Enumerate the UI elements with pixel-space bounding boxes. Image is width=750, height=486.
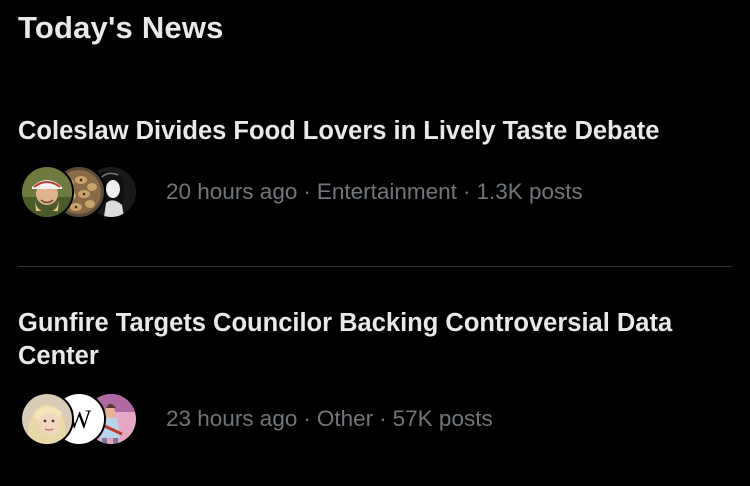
avatar-stack: W (18, 391, 150, 447)
meta-separator: · (379, 406, 387, 431)
story-time: 20 hours ago (166, 179, 298, 204)
story-post-count: 57K posts (392, 406, 493, 431)
meta-separator: · (303, 179, 311, 204)
person-with-cap-avatar-image (22, 167, 72, 217)
story-time: 23 hours ago (166, 406, 298, 431)
section-title: Today's News (18, 10, 224, 45)
story-meta-row: W 23 hours ago · Other · 57K posts (18, 391, 732, 447)
avatar (20, 392, 74, 446)
story-category: Other (316, 406, 374, 431)
story-meta: 23 hours ago · Other · 57K posts (166, 406, 493, 432)
story-meta: 20 hours ago · Entertainment · 1.3K posts (166, 179, 583, 205)
news-story-item[interactable]: Gunfire Targets Councilor Backing Contro… (18, 307, 732, 447)
story-headline: Coleslaw Divides Food Lovers in Lively T… (18, 117, 660, 145)
avatar (20, 165, 74, 219)
divider (18, 266, 732, 267)
avatar-stack (18, 164, 150, 220)
story-headline: Gunfire Targets Councilor Backing Contro… (18, 309, 673, 370)
todays-news-panel: Today's News Coleslaw Divides Food Lover… (0, 0, 750, 486)
story-post-count: 1.3K posts (476, 179, 583, 204)
meta-separator: · (462, 179, 471, 204)
meta-separator: · (303, 406, 311, 431)
blonde-person-avatar-image (22, 394, 72, 444)
story-category: Entertainment (316, 179, 457, 204)
news-story-item[interactable]: Coleslaw Divides Food Lovers in Lively T… (18, 115, 732, 220)
story-meta-row: 20 hours ago · Entertainment · 1.3K posts (18, 164, 732, 220)
